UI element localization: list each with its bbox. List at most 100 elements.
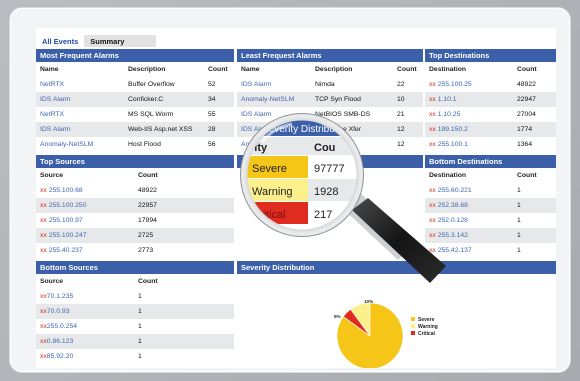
panel-title: Top Destinations [425, 49, 556, 62]
least-frequent-alarms-panel: Least Frequest Alarms Name Description C… [237, 49, 423, 152]
alarm-name-link[interactable]: IDS Alarm [36, 122, 124, 137]
alarm-name-link[interactable]: Anomaly-NetSLM [36, 137, 124, 152]
ip-address-link[interactable]: xx 255.100.1 [425, 137, 513, 152]
masked-octet: xx [40, 293, 47, 300]
column-header: Count [397, 66, 417, 73]
alarm-count: 12 [397, 141, 405, 148]
table-row: xx 255.100.247 2725 [36, 228, 234, 243]
alarm-name-link[interactable]: NetRTX [36, 107, 124, 122]
ip-address-link[interactable]: xx 255.42.137 [425, 243, 513, 258]
table-row: NetRTX Buffer Overflow 52 [36, 77, 234, 92]
top-destinations-table: Destination Count xx 255.100.25 48922 xx 1… [425, 62, 556, 152]
masked-octet: xx [40, 247, 47, 254]
alarm-description: Conficker.C [124, 92, 204, 107]
panel-title: Least Frequest Alarms [237, 49, 423, 62]
table-row: xx70.0.93 1 [36, 304, 234, 319]
top-sources-panel: Top Sources Source Count xx 255.100.68 48… [36, 155, 234, 258]
severity-pie-chart: 5%10%85%SevereWarningCritical [334, 299, 438, 368]
alarm-name-link[interactable]: IDS Alarm [36, 92, 124, 107]
alarm-count: 34 [204, 92, 234, 107]
ip-address-link[interactable]: xx70.0.93 [36, 304, 134, 319]
ip-suffix: 255.100.250 [48, 202, 87, 209]
panel-title: Most Frequent Alarms [36, 49, 234, 62]
bottom-sources-table: Source Count xx70.1.235 1 xx70.0.93 1 xx255.… [36, 274, 234, 364]
alarm-name-link[interactable]: Anomaly-NetSLM [237, 137, 311, 152]
column-header: Destination [429, 172, 467, 179]
ip-address-link[interactable]: xx255.0.254 [36, 319, 134, 334]
ip-address-link[interactable]: xx 255.100.68 [36, 183, 134, 198]
ip-count: 1 [517, 187, 521, 194]
ip-address-link[interactable]: xx 255.100.97 [36, 213, 134, 228]
alarm-name-link[interactable]: IDS Alarm [237, 122, 311, 137]
tab-all-events[interactable]: All Events [36, 35, 85, 47]
alarm-name-link[interactable]: Anomaly-NetSLM [237, 92, 311, 107]
ip-address-link[interactable]: xx 1.10.1 [425, 92, 513, 107]
alarm-name-link[interactable]: IDS Alarm [237, 77, 311, 92]
ip-address-link[interactable]: xx 1.10.25 [425, 107, 513, 122]
ip-address-link[interactable]: xx0.86.123 [36, 334, 134, 349]
legend-label: Severe [418, 317, 435, 323]
ip-address-link[interactable]: xx 255.60.221 [425, 183, 513, 198]
ip-address-link[interactable]: xx 199.150.2 [425, 122, 513, 137]
ip-count: 48922 [138, 187, 157, 194]
table-row: IDS Alarm Conficker.C 34 [36, 92, 234, 107]
ip-address-link[interactable]: xx85.92.20 [36, 349, 134, 364]
masked-octet: xx [40, 323, 47, 330]
ip-address-link[interactable]: xx 255.100.25 [425, 77, 513, 92]
masked-octet: xx [40, 202, 47, 209]
table-row: xx 255.42.137 1 [425, 243, 556, 258]
masked-octet: xx [429, 217, 436, 224]
legend-label: Warning [418, 324, 438, 330]
ip-count: 48922 [517, 81, 536, 88]
severity-table-header [237, 155, 423, 168]
ip-address-link[interactable]: xx 255.3.142 [425, 228, 513, 243]
column-header: Count [517, 66, 537, 73]
ip-count: 1364 [517, 141, 533, 148]
table-row: xx 255.100.250 22957 [36, 198, 234, 213]
panel-title: Bottom Sources [36, 261, 234, 274]
ip-suffix: 252.0.128 [437, 217, 468, 224]
pie-data-label: 5% [334, 314, 341, 319]
masked-octet: xx [40, 232, 47, 239]
tab-summary[interactable]: Summary [84, 35, 157, 47]
alarm-count: 52 [208, 81, 216, 88]
ip-address-link[interactable]: xx70.1.235 [36, 289, 134, 304]
alarm-count: 56 [208, 141, 216, 148]
ip-address-link[interactable]: xx 255.100.250 [36, 198, 134, 213]
alarm-description: Buffer Overflow [128, 81, 175, 88]
ip-address-link[interactable]: xx 252.38.68 [425, 198, 513, 213]
column-header: Source [40, 172, 64, 179]
alarm-count: 12 [393, 122, 423, 137]
alarm-name-link[interactable]: IDS Alarm [237, 107, 311, 122]
panel-title: Bottom Destinations [425, 155, 556, 168]
ip-count: 1 [517, 247, 521, 254]
masked-octet: xx [429, 126, 436, 133]
alarm-description: NetBIOS SMB-DS [315, 111, 371, 118]
table-row: Anomaly-NetSLM Host Flood 56 [36, 137, 234, 152]
table-row: xx 1.10.25 27004 [425, 107, 556, 122]
table-row: xx 255.100.97 17994 [36, 213, 234, 228]
ip-suffix: 255.100.247 [48, 232, 87, 239]
table-row: xx85.92.20 1 [36, 349, 234, 364]
ip-address-link[interactable]: xx 255.100.247 [36, 228, 134, 243]
alarm-description: Nimda [315, 81, 335, 88]
alarm-count: 28 [204, 122, 234, 137]
ip-suffix: 255.40.237 [48, 247, 83, 254]
table-row: xx 255.3.142 1 [425, 228, 556, 243]
ip-address-link[interactable]: xx 252.0.128 [425, 213, 513, 228]
ip-count: 1 [517, 217, 521, 224]
ip-address-link[interactable]: xx 255.40.237 [36, 243, 134, 258]
ip-suffix: 255.3.142 [437, 232, 468, 239]
column-header: Destination [429, 66, 467, 73]
masked-octet: xx [429, 202, 436, 209]
column-header: Description [128, 66, 166, 73]
ip-suffix: 1.10.25 [437, 111, 461, 118]
table-row: xx 255.100.1 1364 [425, 137, 556, 152]
ip-suffix: 255.100.97 [48, 217, 83, 224]
table-row: Anomaly-NetSLM TCP Syn Flood 10 [237, 92, 423, 107]
table-row: NetRTX MS SQL Worm 55 [36, 107, 234, 122]
legend-swatch [411, 317, 415, 321]
alarm-name-link[interactable]: NetRTX [36, 77, 124, 92]
table-row: xx0.86.123 1 [36, 334, 234, 349]
panel-title: Severity Distribution [237, 261, 556, 274]
